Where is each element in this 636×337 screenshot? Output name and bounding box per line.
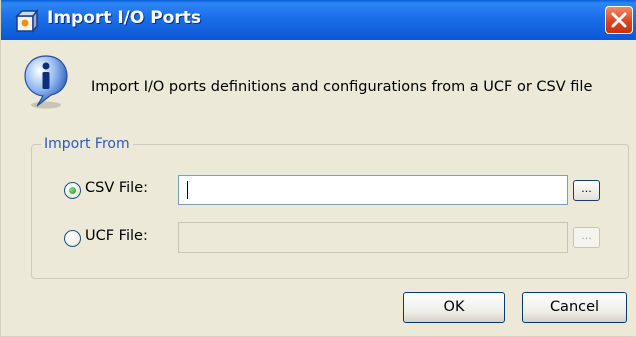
import-from-label: Import From [41,136,133,152]
cancel-button[interactable]: Cancel [522,292,627,323]
ok-button[interactable]: OK [403,292,505,323]
import-from-group [31,144,629,279]
text-caret [187,181,188,199]
close-icon [611,12,627,28]
csv-file-input[interactable] [178,175,568,205]
csv-browse-button[interactable]: ... [573,180,600,201]
info-icon [21,52,71,110]
import-io-ports-dialog: Import I/O Ports Import I/O ports defini… [0,0,636,337]
ucf-file-input[interactable] [178,222,568,253]
info-message: Import I/O ports definitions and configu… [91,79,593,95]
ucf-file-radio[interactable] [64,230,81,247]
ucf-file-label[interactable]: UCF File: [85,228,148,244]
radio-selected-dot [69,187,76,194]
window-title: Import I/O Ports [47,8,201,28]
csv-file-label[interactable]: CSV File: [85,180,148,196]
close-button[interactable] [605,6,633,34]
app-cube-icon [13,7,39,34]
title-bar[interactable]: Import I/O Ports [1,0,636,40]
csv-file-radio[interactable] [64,182,81,199]
ucf-browse-button[interactable]: ... [573,227,600,248]
